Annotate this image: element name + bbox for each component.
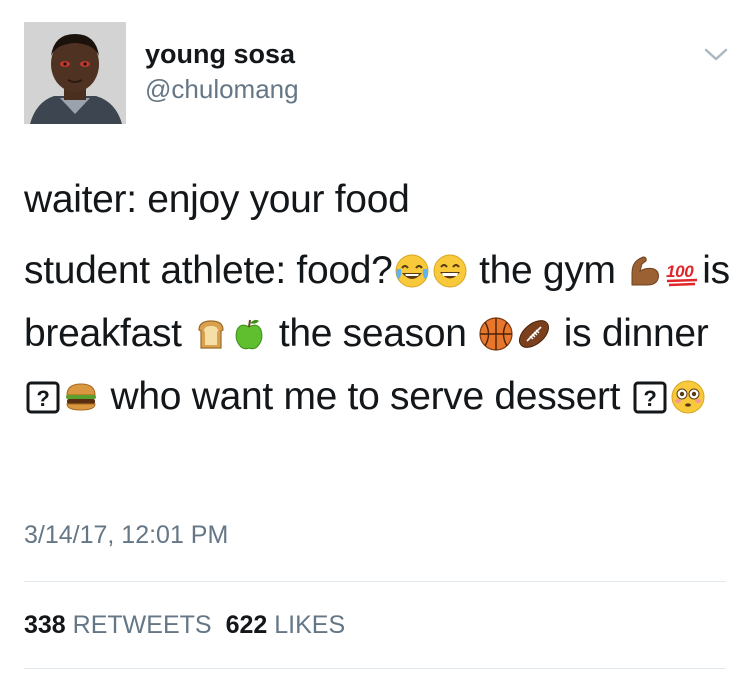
tweet-segment: who want me to serve dessert <box>110 375 621 418</box>
tweet-segment: the season <box>278 312 467 355</box>
tears-of-joy-icon <box>394 253 430 289</box>
retweets-count: 338 <box>24 611 66 639</box>
american-football-icon <box>516 316 552 352</box>
avatar[interactable] <box>24 22 126 124</box>
svg-text:100: 100 <box>666 262 694 281</box>
chevron-down-icon[interactable] <box>703 46 729 64</box>
green-apple-icon <box>231 316 267 352</box>
tweet-timestamp[interactable]: 3/14/17, 12:01 PM <box>24 520 228 550</box>
svg-text:?: ? <box>36 386 49 411</box>
tweet-text: waiter: enjoy your food student athlete:… <box>24 168 730 428</box>
tweet-stats: 338 RETWEETS 622 LIKES <box>24 610 345 640</box>
retweets-label: RETWEETS <box>72 611 212 639</box>
display-name[interactable]: young sosa <box>145 38 295 70</box>
divider <box>24 668 726 669</box>
svg-text:?: ? <box>643 386 656 411</box>
question-mark-box-icon: ? <box>25 379 61 415</box>
hundred-points-icon: 100 <box>665 253 701 289</box>
tweet-line-1: waiter: enjoy your food <box>24 178 410 221</box>
bread-icon <box>193 316 229 352</box>
user-handle[interactable]: @chulomang <box>145 74 299 104</box>
tweet-segment: is dinner <box>563 312 709 355</box>
tweet-segment: the gym <box>479 249 616 292</box>
question-mark-box-icon: ? <box>632 379 668 415</box>
retweets-stat[interactable]: 338 RETWEETS <box>24 611 212 639</box>
likes-count: 622 <box>225 611 268 639</box>
likes-label: LIKES <box>274 611 346 639</box>
tweet-segment: student athlete: food? <box>24 249 393 292</box>
flexed-biceps-icon <box>627 253 663 289</box>
basketball-icon <box>478 316 514 352</box>
flushed-face-icon <box>670 379 706 415</box>
hamburger-icon <box>63 379 99 415</box>
likes-stat[interactable]: 622 LIKES <box>226 611 346 639</box>
divider <box>24 581 726 582</box>
grinning-face-icon <box>432 253 468 289</box>
tweet-line-2: student athlete: food? the gym 100 is bre… <box>24 239 730 428</box>
